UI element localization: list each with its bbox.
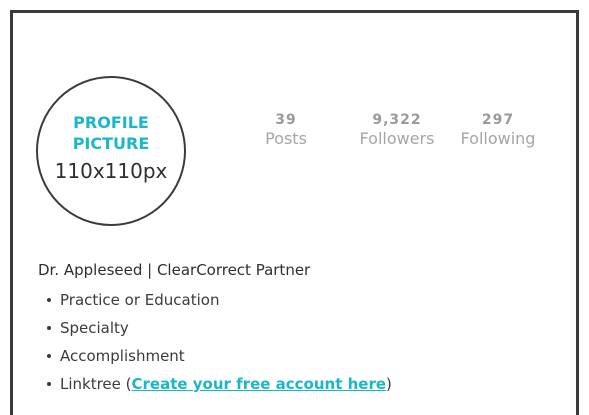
- stat-followers[interactable]: 9,322 Followers: [347, 111, 447, 149]
- bio-item-practice: Practice or Education: [47, 286, 558, 314]
- bio-section: Dr. Appleseed | ClearCorrect Partner Pra…: [38, 259, 558, 398]
- profile-card: PROFILE PICTURE 110x110px 39 Posts 9,322…: [10, 10, 579, 415]
- profile-stats: 39 Posts 9,322 Followers 297 Following: [13, 111, 576, 171]
- stat-following[interactable]: 297 Following: [448, 111, 548, 149]
- following-label: Following: [460, 129, 536, 148]
- posts-label: Posts: [265, 129, 307, 148]
- followers-label: Followers: [359, 129, 435, 148]
- posts-count: 39: [275, 112, 297, 128]
- linktree-prefix: Linktree (: [60, 375, 132, 393]
- bio-item-accomplishment: Accomplishment: [47, 342, 558, 370]
- following-count: 297: [481, 112, 515, 128]
- bio-item-specialty: Specialty: [47, 314, 558, 342]
- followers-count: 9,322: [372, 112, 422, 128]
- linktree-suffix: ): [386, 375, 392, 393]
- bio-item-linktree: Linktree (Create your free account here): [47, 370, 558, 398]
- bio-list: Practice or Education Specialty Accompli…: [47, 286, 558, 398]
- create-account-link[interactable]: Create your free account here: [132, 375, 387, 393]
- profile-name: Dr. Appleseed | ClearCorrect Partner: [38, 261, 311, 279]
- stat-posts[interactable]: 39 Posts: [236, 111, 336, 149]
